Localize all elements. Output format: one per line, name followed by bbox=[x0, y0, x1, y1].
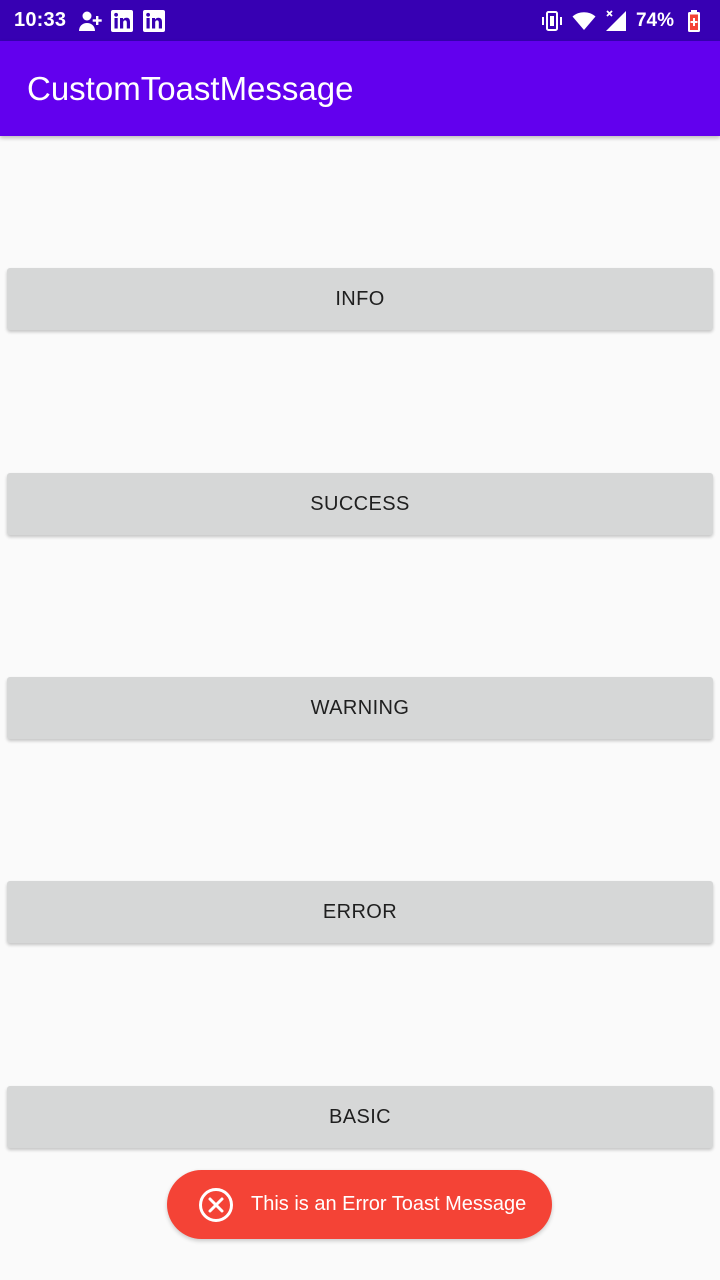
error-toast: This is an Error Toast Message bbox=[167, 1170, 552, 1239]
status-time: 10:33 bbox=[14, 9, 67, 31]
battery-percentage: 74% bbox=[635, 9, 674, 31]
success-button[interactable]: SUCCESS bbox=[7, 473, 713, 535]
basic-button[interactable]: BASIC bbox=[7, 1086, 713, 1148]
toast-message: This is an Error Toast Message bbox=[251, 1193, 527, 1215]
person-add-icon bbox=[79, 11, 102, 31]
info-button[interactable]: INFO bbox=[7, 268, 713, 330]
battery-icon bbox=[688, 9, 700, 32]
linkedin-icon bbox=[111, 9, 134, 32]
app-bar: CustomToastMessage bbox=[0, 41, 720, 136]
error-button[interactable]: ERROR bbox=[7, 881, 713, 943]
close-circle-icon bbox=[199, 1187, 233, 1222]
linkedin-icon bbox=[143, 9, 166, 32]
status-right: 74% bbox=[540, 9, 706, 33]
app-title: CustomToastMessage bbox=[27, 69, 354, 107]
warning-button[interactable]: WARNING bbox=[7, 677, 713, 739]
vibrate-icon bbox=[541, 10, 562, 31]
cell-signal-icon bbox=[605, 9, 626, 31]
wifi-icon bbox=[572, 11, 596, 30]
status-bar: 10:33 74% bbox=[0, 0, 720, 41]
status-left: 10:33 bbox=[14, 9, 166, 33]
